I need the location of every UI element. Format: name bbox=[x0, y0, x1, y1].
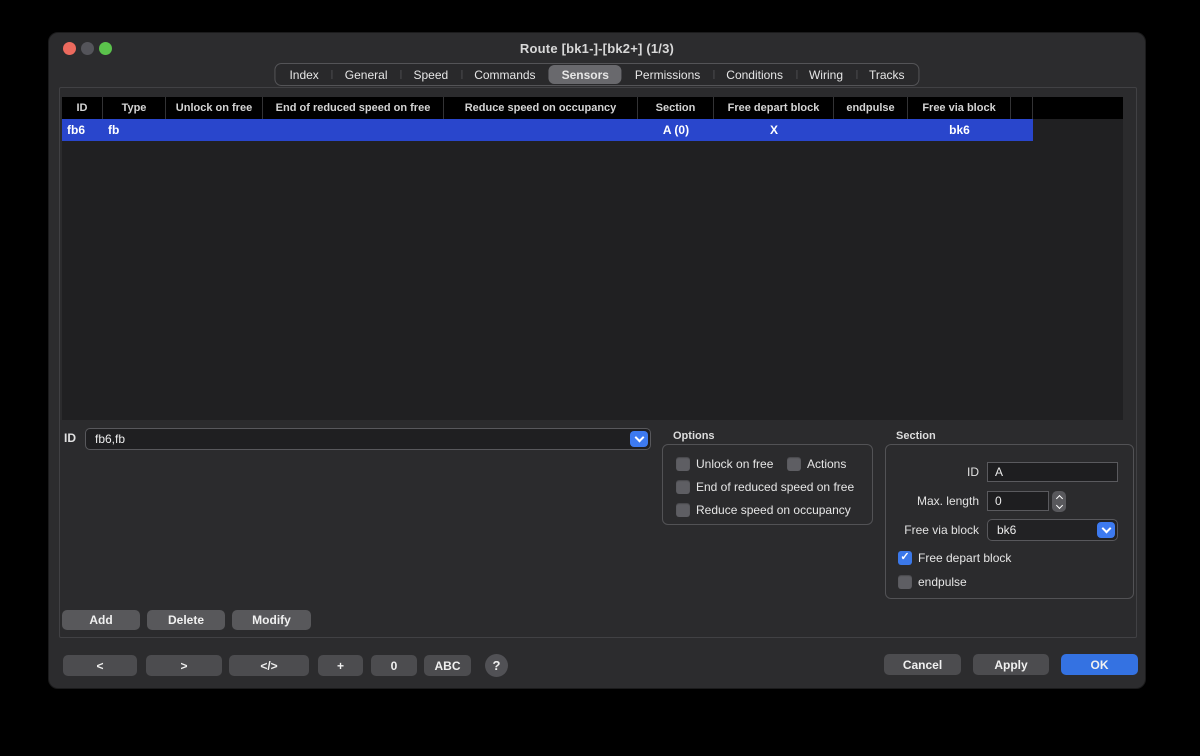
checkbox-end-of-reduced-speed[interactable]: End of reduced speed on free bbox=[676, 480, 854, 494]
endpulse-checkbox-icon[interactable] bbox=[898, 575, 912, 589]
free-depart-block-checkbox-icon[interactable]: ✓ bbox=[898, 551, 912, 565]
cell-endpulse bbox=[834, 119, 908, 141]
unlock-on-free-label: Unlock on free bbox=[696, 457, 773, 471]
cell-id: fb6 bbox=[62, 119, 103, 141]
section-group-title: Section bbox=[896, 430, 936, 442]
check-icon: ✓ bbox=[900, 552, 909, 563]
cell-reduce-speed bbox=[444, 119, 638, 141]
sensors-table[interactable]: ID Type Unlock on free End of reduced sp… bbox=[62, 97, 1123, 420]
endpulse-label: endpulse bbox=[918, 575, 967, 589]
stepper-down-icon bbox=[1055, 501, 1062, 508]
max-length-field[interactable]: 0 bbox=[987, 491, 1049, 511]
zero-button[interactable]: 0 bbox=[371, 655, 417, 676]
column-header-blank bbox=[1011, 97, 1033, 119]
max-length-value: 0 bbox=[995, 494, 1002, 508]
column-header-unlock-on-free[interactable]: Unlock on free bbox=[166, 97, 263, 119]
reduce-speed-checkbox-icon[interactable] bbox=[676, 503, 690, 517]
prev-route-button[interactable]: < bbox=[63, 655, 137, 676]
cell-section: A (0) bbox=[638, 119, 714, 141]
plus-button[interactable]: + bbox=[318, 655, 363, 676]
max-length-stepper[interactable] bbox=[1052, 491, 1066, 512]
route-dialog-window: Route [bk1-]-[bk2+] (1/3) Index General … bbox=[48, 32, 1146, 689]
actions-checkbox-icon[interactable] bbox=[787, 457, 801, 471]
options-group-title: Options bbox=[673, 430, 715, 442]
section-id-value: A bbox=[995, 465, 1003, 479]
column-header-id[interactable]: ID bbox=[62, 97, 103, 119]
free-via-block-dropdown-button[interactable] bbox=[1097, 522, 1115, 538]
cell-free-via-block: bk6 bbox=[908, 119, 1011, 141]
cell-end-of-reduced-speed bbox=[263, 119, 444, 141]
help-button[interactable]: ? bbox=[485, 654, 508, 677]
actions-label: Actions bbox=[807, 457, 846, 471]
free-via-block-value: bk6 bbox=[997, 523, 1016, 537]
sensor-id-combobox[interactable]: fb6,fb bbox=[85, 428, 651, 450]
sensor-id-value: fb6,fb bbox=[95, 432, 125, 446]
checkbox-free-depart-block[interactable]: ✓ Free depart block bbox=[898, 551, 1011, 565]
tab-wiring[interactable]: Wiring bbox=[796, 65, 856, 84]
cell-blank bbox=[1011, 119, 1033, 141]
window-title: Route [bk1-]-[bk2+] (1/3) bbox=[49, 41, 1145, 56]
column-header-filler bbox=[1033, 97, 1123, 119]
column-header-endpulse[interactable]: endpulse bbox=[834, 97, 908, 119]
code-button[interactable]: </> bbox=[229, 655, 309, 676]
add-button[interactable]: Add bbox=[62, 610, 140, 630]
checkbox-reduce-speed[interactable]: Reduce speed on occupancy bbox=[676, 503, 851, 517]
cancel-button[interactable]: Cancel bbox=[884, 654, 961, 675]
reduce-speed-label: Reduce speed on occupancy bbox=[696, 503, 851, 517]
abc-button[interactable]: ABC bbox=[424, 655, 471, 676]
tab-index[interactable]: Index bbox=[276, 65, 331, 84]
titlebar[interactable]: Route [bk1-]-[bk2+] (1/3) bbox=[49, 33, 1145, 63]
tab-conditions[interactable]: Conditions bbox=[713, 65, 796, 84]
apply-button[interactable]: Apply bbox=[973, 654, 1049, 675]
column-header-reduce-speed[interactable]: Reduce speed on occupancy bbox=[444, 97, 638, 119]
free-via-block-combobox[interactable]: bk6 bbox=[987, 519, 1118, 541]
tab-permissions[interactable]: Permissions bbox=[622, 65, 713, 84]
tab-bar: Index General Speed Commands Sensors Per… bbox=[274, 63, 919, 86]
id-label: ID bbox=[64, 431, 76, 445]
free-depart-block-label: Free depart block bbox=[918, 551, 1011, 565]
column-header-section[interactable]: Section bbox=[638, 97, 714, 119]
delete-button[interactable]: Delete bbox=[147, 610, 225, 630]
cell-free-depart-block: X bbox=[714, 119, 834, 141]
checkbox-actions[interactable]: Actions bbox=[787, 457, 846, 471]
cell-type: fb bbox=[103, 119, 166, 141]
section-id-label: ID bbox=[885, 465, 979, 479]
table-row[interactable]: fb6 fb A (0) X bk6 bbox=[62, 119, 1033, 141]
tab-tracks[interactable]: Tracks bbox=[856, 65, 918, 84]
chevron-down-icon bbox=[1101, 524, 1111, 534]
column-header-type[interactable]: Type bbox=[103, 97, 166, 119]
sensor-id-dropdown-button[interactable] bbox=[630, 431, 648, 447]
end-of-reduced-speed-label: End of reduced speed on free bbox=[696, 480, 854, 494]
checkbox-unlock-on-free[interactable]: Unlock on free bbox=[676, 457, 773, 471]
tab-general[interactable]: General bbox=[332, 65, 401, 84]
modify-button[interactable]: Modify bbox=[232, 610, 311, 630]
column-header-end-of-reduced-speed[interactable]: End of reduced speed on free bbox=[263, 97, 444, 119]
max-length-label: Max. length bbox=[885, 494, 979, 508]
end-of-reduced-speed-checkbox-icon[interactable] bbox=[676, 480, 690, 494]
column-header-free-via-block[interactable]: Free via block bbox=[908, 97, 1011, 119]
tab-speed[interactable]: Speed bbox=[401, 65, 462, 84]
ok-button[interactable]: OK bbox=[1061, 654, 1138, 675]
cell-unlock-on-free bbox=[166, 119, 263, 141]
table-header-row: ID Type Unlock on free End of reduced sp… bbox=[62, 97, 1123, 119]
tab-sensors[interactable]: Sensors bbox=[549, 65, 622, 84]
column-header-free-depart-block[interactable]: Free depart block bbox=[714, 97, 834, 119]
unlock-on-free-checkbox-icon[interactable] bbox=[676, 457, 690, 471]
tab-commands[interactable]: Commands bbox=[461, 65, 548, 84]
section-id-field[interactable]: A bbox=[987, 462, 1118, 482]
chevron-down-icon bbox=[634, 433, 644, 443]
free-via-block-label: Free via block bbox=[885, 523, 979, 537]
checkbox-endpulse[interactable]: endpulse bbox=[898, 575, 967, 589]
next-route-button[interactable]: > bbox=[146, 655, 222, 676]
